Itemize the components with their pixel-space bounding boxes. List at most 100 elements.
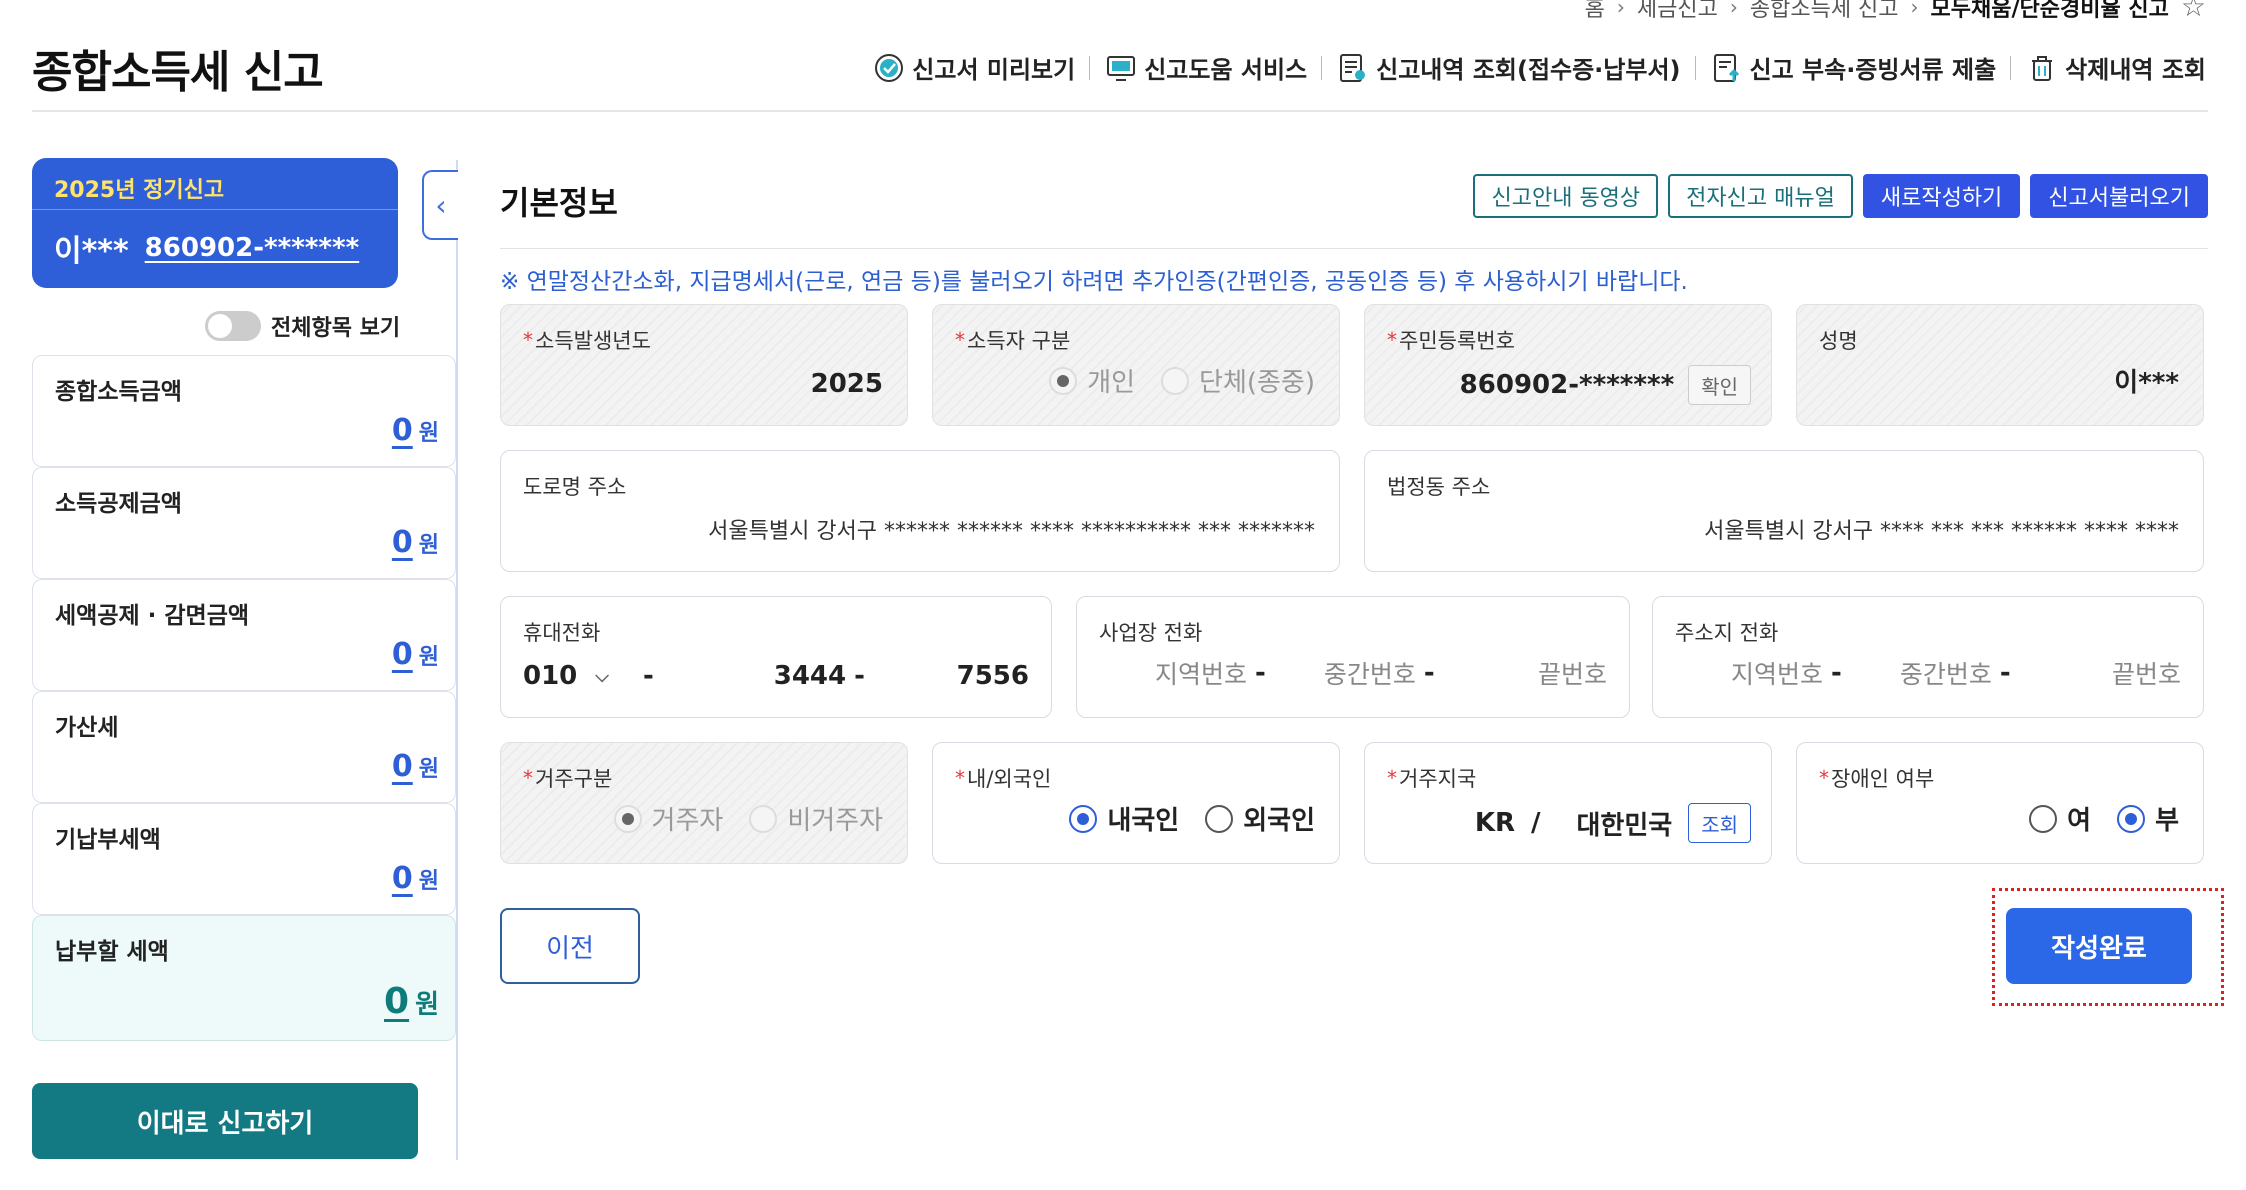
mobile-prefix-select[interactable]: 010 (523, 661, 577, 691)
previous-button[interactable]: 이전 (500, 908, 640, 984)
load-form-button[interactable]: 신고서불러오기 (2030, 174, 2208, 218)
rrn-confirm-button[interactable]: 확인 (1688, 365, 1751, 405)
divider (1089, 55, 1091, 80)
earner-type-group-radio[interactable]: 단체(종중) (1161, 362, 1315, 399)
sidebar-border (456, 160, 458, 1160)
home-area-code-input[interactable]: 지역번호 (1731, 655, 1823, 691)
submit-as-is-button[interactable]: 이대로 신고하기 (32, 1083, 418, 1159)
summary-list: 종합소득금액 0 원 소득공제금액 0 원 세액공제 · 감면금액 0 원 가산… (32, 355, 456, 1041)
preview-link-label: 신고서 미리보기 (912, 56, 1076, 84)
new-form-button[interactable]: 새로작성하기 (1862, 174, 2021, 218)
user-id[interactable]: 860902-******* (145, 233, 360, 263)
home-last-input[interactable]: 끝번호 (2112, 655, 2181, 691)
summary-amount[interactable]: 0 (392, 525, 413, 560)
show-all-toggle[interactable] (205, 311, 261, 341)
radio-dot (749, 804, 778, 833)
manual-button[interactable]: 전자신고 매뉴얼 (1668, 174, 1853, 218)
summary-item-penalty-tax: 가산세 0 원 (32, 691, 456, 803)
summary-item-prepaid-tax: 기납부세액 0 원 (32, 803, 456, 915)
business-middle-input[interactable]: 중간번호 (1324, 655, 1416, 691)
history-link[interactable]: 신고내역 조회(접수증·납부서) (1336, 50, 1681, 85)
deleted-history-label: 삭제내역 조회 (2065, 56, 2206, 84)
section-title: 기본정보 (500, 184, 618, 222)
country-label: * 거주지국 (1387, 763, 1749, 793)
history-link-label: 신고내역 조회(접수증·납부서) (1376, 56, 1681, 84)
radio-dot (1069, 804, 1098, 833)
required-mark: * (1819, 766, 1829, 790)
radio-label: 단체(종중) (1199, 368, 1315, 398)
chevron-down-icon[interactable]: ⌵ (595, 666, 609, 687)
country-code: KR (1474, 808, 1515, 838)
radio-label: 부 (2155, 806, 2179, 836)
deleted-history-link[interactable]: 삭제내역 조회 (2025, 50, 2206, 85)
disability-card: * 장애인 여부 여 부 (1796, 742, 2204, 864)
home-middle-input[interactable]: 중간번호 (1900, 655, 1992, 691)
divider (1321, 55, 1323, 80)
attach-docs-label: 신고 부속·증빙서류 제출 (1749, 56, 1997, 84)
non-resident-radio[interactable]: 비거주자 (749, 800, 883, 837)
disability-no-radio[interactable]: 부 (2117, 800, 2179, 837)
radio-dot (2117, 804, 2146, 833)
radio-label: 비거주자 (787, 806, 883, 836)
income-year-label-text: 소득발생년도 (535, 329, 651, 353)
trash-icon (2032, 55, 2053, 81)
show-all-label: 전체항목 보기 (271, 316, 401, 341)
preview-link[interactable]: 신고서 미리보기 (872, 50, 1075, 85)
disability-yes-radio[interactable]: 여 (2029, 800, 2091, 837)
nationality-options: 내국인 외국인 (1069, 800, 1315, 837)
earner-type-label-text: 소득자 구분 (967, 329, 1071, 353)
foreigner-radio[interactable]: 외국인 (1205, 800, 1315, 837)
summary-label: 소득공제금액 (55, 491, 182, 517)
divider (2010, 55, 2012, 80)
nationality-card: * 내/외국인 내국인 외국인 (932, 742, 1340, 864)
guide-video-button[interactable]: 신고안내 동영상 (1473, 174, 1659, 218)
road-address-card[interactable]: 도로명 주소 서울특별시 강서구 ****** ****** **** ****… (500, 450, 1340, 572)
dash: - (1831, 658, 1842, 688)
summary-amount[interactable]: 0 (384, 981, 409, 1022)
country-separator: / (1531, 808, 1541, 838)
star-icon[interactable]: ☆ (2181, 0, 2206, 23)
summary-amount[interactable]: 0 (392, 861, 413, 896)
dash: - (642, 661, 654, 691)
earner-type-label: * 소득자 구분 (955, 325, 1317, 355)
complete-button[interactable]: 작성완료 (2006, 908, 2192, 984)
header-links: 신고서 미리보기 신고도움 서비스 신고내역 조회(접수증·납부서) 신고 부속… (872, 50, 2206, 85)
collapse-sidebar-button[interactable]: ‹ (422, 170, 458, 240)
domestic-radio[interactable]: 내국인 (1069, 800, 1179, 837)
nationality-label-text: 내/외국인 (967, 767, 1052, 791)
radio-label: 개인 (1087, 368, 1136, 398)
page-title: 종합소득세 신고 (32, 47, 324, 98)
attach-docs-link[interactable]: 신고 부속·증빙서류 제출 (1710, 50, 1997, 85)
check-circle-icon (875, 53, 904, 82)
residency-options: 거주자 비거주자 (613, 800, 883, 837)
disability-options: 여 부 (2029, 800, 2179, 837)
summary-value: 0 원 (392, 413, 439, 448)
summary-unit: 원 (418, 533, 439, 558)
country-value-row: KR / 대한민국 조회 (1475, 803, 1751, 843)
country-lookup-button[interactable]: 조회 (1688, 803, 1751, 843)
legal-address-card[interactable]: 법정동 주소 서울특별시 강서구 **** *** *** ****** ***… (1364, 450, 2204, 572)
summary-value: 0 원 (392, 525, 439, 560)
required-mark: * (955, 328, 965, 352)
breadcrumb-income-tax[interactable]: 종합소득세 신고 (1750, 0, 1899, 23)
help-service-link[interactable]: 신고도움 서비스 (1104, 50, 1307, 85)
breadcrumb-tax-filing[interactable]: 세금신고 (1637, 0, 1718, 23)
summary-amount[interactable]: 0 (392, 413, 413, 448)
business-last-input[interactable]: 끝번호 (1538, 655, 1607, 691)
mobile-last-input[interactable]: 7556 (957, 661, 1029, 691)
breadcrumb-current: 모두채움/단순경비율 신고 (1930, 0, 2169, 22)
rrn-value: 860902-******* (1459, 370, 1675, 400)
legal-address-label: 법정동 주소 (1387, 475, 1491, 499)
summary-item-total-income: 종합소득금액 0 원 (32, 355, 456, 467)
earner-type-individual-radio[interactable]: 개인 (1049, 362, 1135, 399)
notice-text: ※ 연말정산간소화, 지급명세서(근로, 연금 등)를 불러오기 하려면 추가인… (500, 269, 1688, 295)
income-year-label: * 소득발생년도 (523, 325, 885, 355)
chevron-left-icon: ‹ (435, 188, 447, 222)
mobile-middle-input[interactable]: 3444 (774, 661, 846, 691)
summary-amount[interactable]: 0 (392, 637, 413, 672)
residency-label: * 거주구분 (523, 763, 885, 793)
resident-radio[interactable]: 거주자 (613, 800, 723, 837)
summary-amount[interactable]: 0 (392, 749, 413, 784)
business-area-code-input[interactable]: 지역번호 (1155, 655, 1247, 691)
breadcrumb-home[interactable]: 홈 (1585, 0, 1605, 23)
